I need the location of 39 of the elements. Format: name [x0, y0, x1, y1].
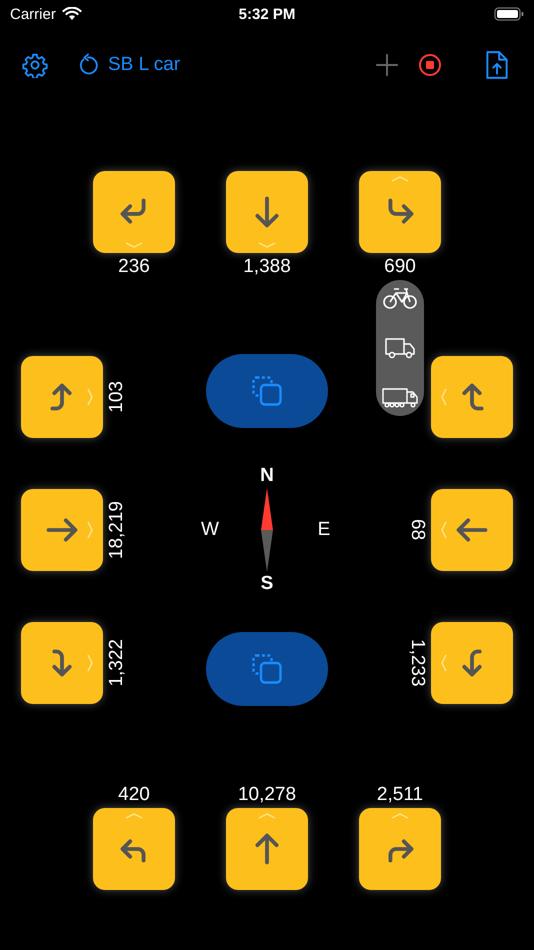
van-icon[interactable]: [384, 336, 416, 360]
truck-icon[interactable]: [381, 386, 419, 410]
movement-button[interactable]: [21, 356, 103, 438]
count-label: 1,388: [243, 255, 291, 279]
export-file-icon[interactable]: [484, 50, 510, 80]
compass-needle-icon: [260, 488, 274, 572]
count-label: 1,233: [406, 639, 428, 687]
movement-button[interactable]: [226, 808, 308, 890]
wifi-icon: [62, 7, 82, 21]
south-label: S: [260, 572, 274, 596]
movement-button[interactable]: [21, 489, 103, 571]
movement-button[interactable]: [93, 171, 175, 253]
count-label: 236: [118, 255, 150, 279]
west-label: W: [200, 519, 220, 541]
reset-title-button[interactable]: SB L car: [76, 53, 180, 77]
settings-icon[interactable]: [22, 52, 48, 78]
status-time: 5:32 PM: [238, 6, 296, 22]
movement-button[interactable]: [93, 808, 175, 890]
north-label: N: [260, 464, 274, 488]
count-label: 103: [106, 381, 128, 413]
movement-button[interactable]: [431, 356, 513, 438]
bicycle-icon[interactable]: [382, 286, 418, 310]
movement-button[interactable]: [359, 808, 441, 890]
count-label: 1,322: [106, 639, 128, 687]
carrier-label: Carrier: [10, 6, 56, 22]
stop-icon[interactable]: [418, 53, 442, 77]
movement-button[interactable]: [226, 171, 308, 253]
movement-button[interactable]: [431, 622, 513, 704]
movement-button[interactable]: [431, 489, 513, 571]
east-label: E: [316, 519, 332, 541]
count-label: 68: [406, 519, 428, 541]
count-label: 18,219: [106, 500, 128, 560]
count-label: 420: [118, 783, 150, 807]
count-label: 10,278: [238, 783, 296, 807]
movement-button[interactable]: [21, 622, 103, 704]
movement-button[interactable]: [359, 171, 441, 253]
count-label: 2,511: [376, 783, 424, 807]
battery-icon: [494, 7, 524, 21]
count-label: 690: [384, 255, 416, 279]
